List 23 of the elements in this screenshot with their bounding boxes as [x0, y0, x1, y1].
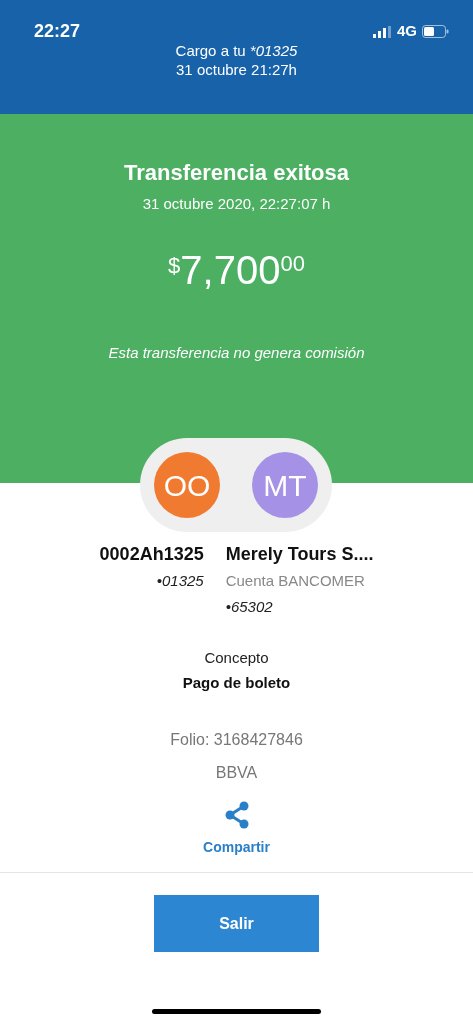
share-button[interactable]: Compartir [203, 801, 270, 858]
party-detail: •01325 [156, 571, 204, 591]
bank-name: BBVA [215, 763, 258, 783]
party-detail: •65302 [225, 597, 273, 617]
share-icon [223, 801, 250, 829]
transfer-datetime: 31 octubre 2020, 22:27:07 h [142, 194, 331, 214]
concept-value: Pago de boleto [182, 672, 291, 693]
folio-number: Folio: 3168427846 [170, 730, 303, 750]
party-name: Merely Tours S.... [225, 543, 374, 566]
concept-label: Concepto [204, 648, 269, 668]
exit-button[interactable]: Salir [154, 895, 319, 952]
charge-date: 31 octubre 21:27h [175, 60, 298, 79]
network-type: 4G [397, 21, 417, 42]
avatar-initials: OO [154, 452, 220, 518]
party-detail: Cuenta BANCOMER [225, 571, 365, 591]
success-title: Transferencia exitosa [124, 159, 349, 187]
commission-note: Esta transferencia no genera comisión [108, 342, 365, 363]
avatar-initials: MT [252, 452, 318, 518]
status-time: 22:27 [34, 20, 81, 43]
charge-account-text: Cargo a tu *01325 [174, 41, 299, 60]
party-name: 0002Ah1325 [99, 543, 204, 566]
battery-icon [422, 25, 449, 38]
signal-icon [373, 25, 392, 38]
